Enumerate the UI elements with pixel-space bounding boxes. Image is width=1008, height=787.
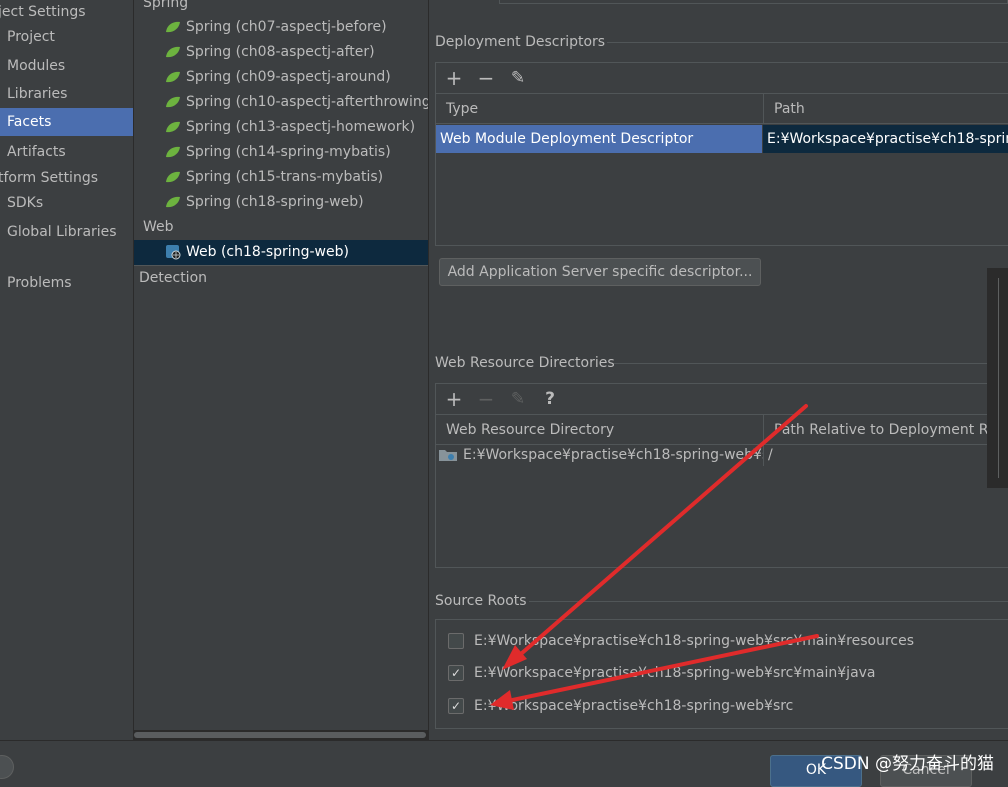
tree-item-label: Spring (ch13-aspectj-homework) — [186, 119, 416, 135]
sidebar-item-facets[interactable]: Facets — [0, 108, 133, 136]
tree-item-label: Spring (ch15-trans-mybatis) — [186, 169, 384, 185]
add-icon[interactable]: + — [442, 66, 466, 90]
spring-leaf-icon — [166, 71, 180, 83]
tree-item-label: Spring (ch09-aspectj-around) — [186, 69, 391, 85]
add-icon[interactable]: + — [442, 387, 466, 411]
add-server-descriptor-button[interactable]: Add Application Server specific descript… — [439, 258, 761, 286]
tree-horizontal-scrollbar[interactable] — [134, 730, 428, 740]
spring-leaf-icon — [166, 46, 180, 58]
project-settings-heading: ject Settings — [0, 4, 86, 20]
tree-item-spring[interactable]: Spring (ch07-aspectj-before) — [134, 15, 428, 40]
source-root-label: E:¥Workspace¥practise¥ch18-spring-web¥sr… — [474, 633, 915, 649]
web-resource-path-cell[interactable]: / — [763, 444, 1008, 466]
sidebar-item-artifacts[interactable]: Artifacts — [0, 138, 140, 166]
spring-leaf-icon — [166, 196, 180, 208]
web-resource-table: + − ✎ ? Web Resource Directory Path Rela… — [435, 383, 1008, 568]
checkbox-checked[interactable]: ✓ — [448, 698, 464, 714]
sidebar-item-libraries[interactable]: Libraries — [0, 80, 140, 108]
descriptor-path-cell[interactable]: E:¥Workspace¥practise¥ch18-spring — [763, 125, 1008, 153]
gutter-line — [998, 278, 999, 478]
web-resource-dir-text: E:¥Workspace¥practise¥ch18-spring-web¥s.… — [463, 447, 763, 463]
edit-icon: ✎ — [510, 389, 526, 409]
section-divider — [614, 363, 1008, 364]
facet-tree: Spring Spring (ch07-aspectj-before) Spri… — [134, 0, 429, 740]
sidebar-item-problems[interactable]: Problems — [0, 269, 140, 297]
checkbox-checked[interactable]: ✓ — [448, 665, 464, 681]
dialog-footer: OK Cancel CSDN @努力奋斗的猫 — [0, 740, 1008, 787]
tree-item-label: Web (ch18-spring-web) — [186, 244, 349, 260]
source-roots-list: E:¥Workspace¥practise¥ch18-spring-web¥sr… — [435, 619, 1008, 729]
web-resource-dir-cell[interactable]: E:¥Workspace¥practise¥ch18-spring-web¥s.… — [436, 444, 763, 466]
tree-item-label: Spring (ch18-spring-web) — [186, 194, 364, 210]
deployment-descriptors-table: + − ✎ Type Path Web Module Deployment De… — [435, 62, 1008, 246]
tree-item-spring[interactable]: Spring (ch13-aspectj-homework) — [134, 115, 428, 140]
tree-item-spring[interactable]: Spring (ch08-aspectj-after) — [134, 40, 428, 65]
section-divider — [529, 601, 1008, 602]
help-icon[interactable]: ? — [538, 387, 562, 411]
web-resource-toolbar: + − ✎ ? — [436, 384, 1008, 415]
tree-item-web[interactable]: Web (ch18-spring-web) — [134, 240, 428, 265]
spring-leaf-icon — [166, 121, 180, 133]
tree-item-label: Spring (ch14-spring-mybatis) — [186, 144, 391, 160]
descriptor-type-cell[interactable]: Web Module Deployment Descriptor — [436, 125, 762, 153]
column-header-path-relative[interactable]: Path Relative to Deployment Roo — [763, 415, 1008, 445]
source-root-label: E:¥Workspace¥practise¥ch18-spring-web¥sr… — [474, 698, 794, 714]
source-roots-title: Source Roots — [435, 593, 527, 609]
tree-item-label: Spring (ch10-aspectj-afterthrowing) — [186, 94, 429, 110]
spring-leaf-icon — [166, 96, 180, 108]
web-folder-icon — [439, 450, 457, 461]
tree-item-spring[interactable]: Spring (ch15-trans-mybatis) — [134, 165, 428, 190]
facet-settings-panel: Deployment Descriptors + − ✎ Type Path W… — [429, 0, 1008, 740]
side-gutter — [987, 268, 1008, 488]
web-resource-directories-title: Web Resource Directories — [435, 355, 615, 371]
tree-item-detection[interactable]: Detection — [134, 266, 428, 291]
source-root-item[interactable]: ✓ E:¥Workspace¥practise¥ch18-spring-web¥s… — [436, 694, 793, 718]
tree-item-label: Spring (ch07-aspectj-before) — [186, 19, 387, 35]
remove-icon[interactable]: − — [474, 66, 498, 90]
spring-leaf-icon — [166, 146, 180, 158]
checkbox-unchecked[interactable] — [448, 633, 464, 649]
platform-settings-heading: tform Settings — [0, 170, 99, 186]
source-root-label: E:¥Workspace¥practise¥ch18-spring-web¥sr… — [474, 665, 876, 681]
top-field-edge — [499, 0, 1008, 4]
tree-group-spring[interactable]: Spring — [134, 0, 428, 16]
column-header-path[interactable]: Path — [763, 94, 1008, 124]
help-button[interactable] — [0, 755, 14, 779]
sidebar-item-project[interactable]: Project — [0, 23, 140, 51]
tree-item-label: Spring (ch08-aspectj-after) — [186, 44, 375, 60]
source-root-item[interactable]: E:¥Workspace¥practise¥ch18-spring-web¥sr… — [436, 629, 914, 653]
source-root-item[interactable]: ✓ E:¥Workspace¥practise¥ch18-spring-web¥s… — [436, 661, 876, 685]
deployment-toolbar: + − ✎ — [436, 63, 1008, 94]
tree-item-spring[interactable]: Spring (ch18-spring-web) — [134, 190, 428, 215]
scrollbar-thumb[interactable] — [134, 732, 426, 738]
sidebar-item-global-libraries[interactable]: Global Libraries — [0, 218, 140, 246]
web-facet-icon — [166, 245, 181, 260]
edit-icon[interactable]: ✎ — [506, 66, 530, 90]
sidebar-item-modules[interactable]: Modules — [0, 52, 140, 80]
tree-item-spring[interactable]: Spring (ch10-aspectj-afterthrowing) — [134, 90, 428, 115]
tree-item-spring[interactable]: Spring (ch09-aspectj-around) — [134, 65, 428, 90]
section-divider — [607, 42, 1008, 43]
deployment-descriptors-title: Deployment Descriptors — [435, 34, 606, 50]
spring-leaf-icon — [166, 171, 180, 183]
column-header-web-resource-directory[interactable]: Web Resource Directory — [436, 415, 763, 445]
settings-sidebar: ject Settings Project Modules Libraries … — [0, 0, 134, 740]
watermark-text: CSDN @努力奋斗的猫 — [821, 754, 994, 774]
remove-icon: − — [477, 387, 495, 411]
tree-group-web[interactable]: Web — [134, 215, 428, 240]
sidebar-item-sdks[interactable]: SDKs — [0, 189, 140, 217]
tree-item-spring[interactable]: Spring (ch14-spring-mybatis) — [134, 140, 428, 165]
column-header-type[interactable]: Type — [436, 94, 763, 124]
spring-leaf-icon — [166, 21, 180, 33]
